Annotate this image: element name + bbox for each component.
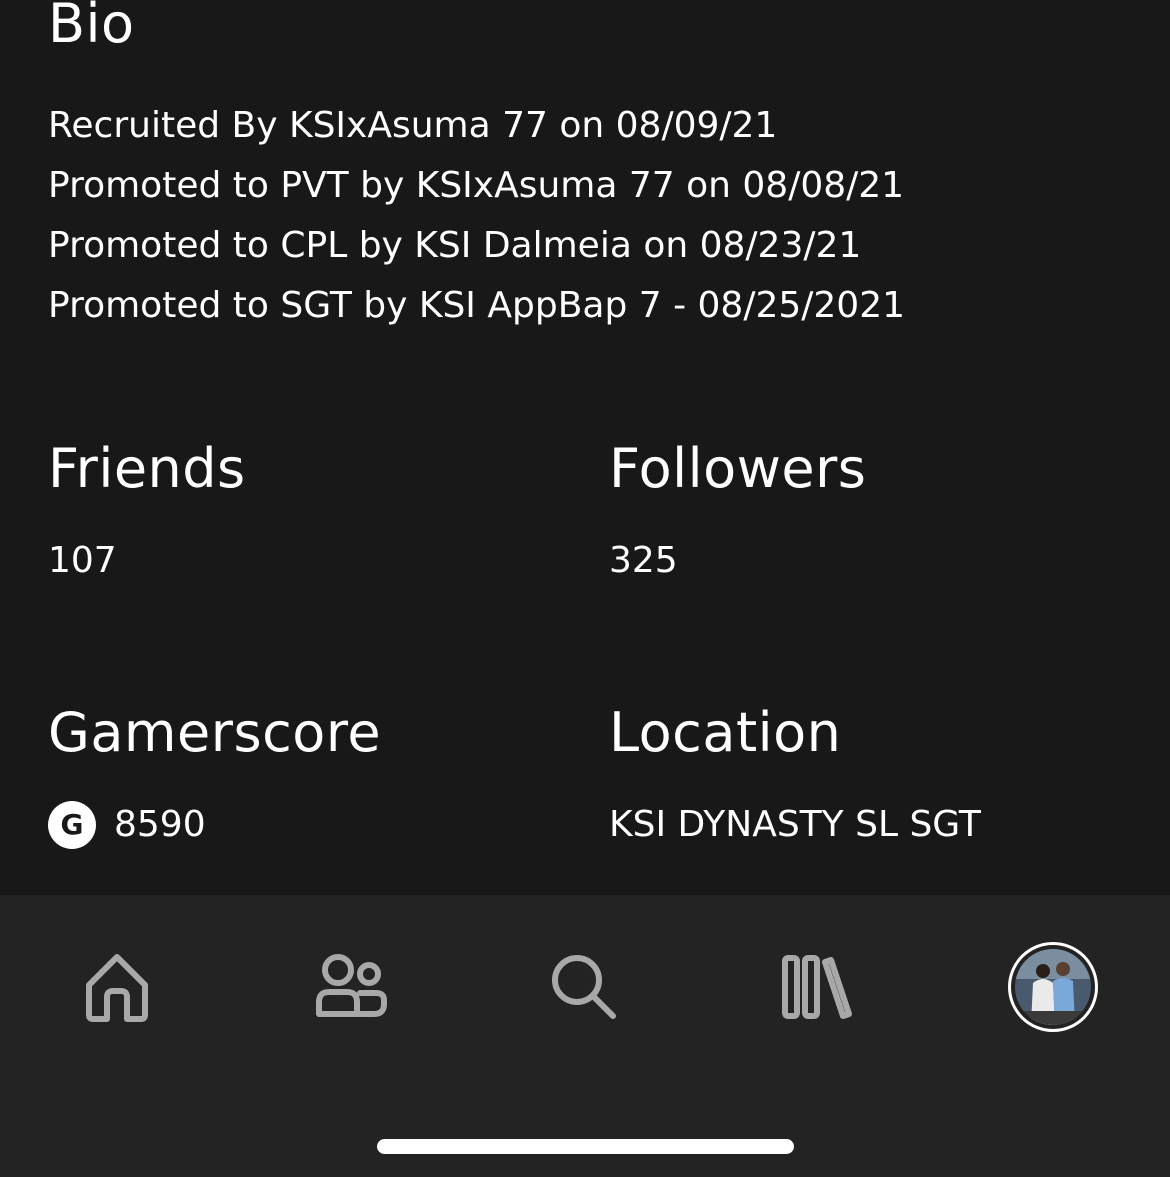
gamerscore-stat: Gamerscore G 8590	[48, 701, 568, 849]
bio-line: Promoted to CPL by KSI Dalmeia on 08/23/…	[48, 225, 862, 266]
search-icon	[552, 955, 616, 1019]
tab-profile[interactable]	[998, 939, 1108, 1035]
gamerscore-g-icon: G	[48, 801, 96, 849]
friends-count: 107	[48, 540, 117, 581]
bio-text: Recruited By KSIxAsuma 77 on 08/09/21 Pr…	[48, 96, 905, 336]
avatar-image	[1015, 949, 1091, 1025]
bio-line: Promoted to SGT by KSI AppBap 7 - 08/25/…	[48, 285, 906, 326]
library-icon	[782, 955, 852, 1019]
gamerscore-label: Gamerscore	[48, 701, 382, 764]
tab-home[interactable]	[62, 939, 172, 1035]
gamerscore-value: 8590	[114, 804, 206, 845]
location-stat: Location KSI DYNASTY SL SGT	[609, 701, 1129, 845]
bio-line: Recruited By KSIxAsuma 77 on 08/09/21	[48, 105, 778, 146]
location-value: KSI DYNASTY SL SGT	[609, 804, 981, 845]
bio-line: Promoted to PVT by KSIxAsuma 77 on 08/08…	[48, 165, 905, 206]
tab-search[interactable]	[529, 939, 639, 1035]
followers-stat[interactable]: Followers 325	[609, 437, 1129, 581]
friends-label: Friends	[48, 437, 246, 500]
profile-content: Bio Recruited By KSIxAsuma 77 on 08/09/2…	[0, 0, 1170, 895]
tab-social[interactable]	[296, 939, 406, 1035]
location-label: Location	[609, 701, 842, 764]
home-icon	[86, 954, 148, 1022]
followers-label: Followers	[609, 437, 867, 500]
followers-count: 325	[609, 540, 678, 581]
tab-library[interactable]	[763, 939, 873, 1035]
gamerscore-row: G 8590	[48, 801, 206, 849]
bio-heading: Bio	[48, 0, 135, 55]
people-icon	[316, 954, 387, 1017]
bottom-tab-bar	[0, 895, 1170, 1177]
friends-stat[interactable]: Friends 107	[48, 437, 568, 581]
home-indicator	[377, 1139, 794, 1154]
profile-screen: Bio Recruited By KSIxAsuma 77 on 08/09/2…	[0, 0, 1170, 1177]
avatar	[1008, 942, 1098, 1032]
avatar-photo	[1015, 949, 1091, 1025]
